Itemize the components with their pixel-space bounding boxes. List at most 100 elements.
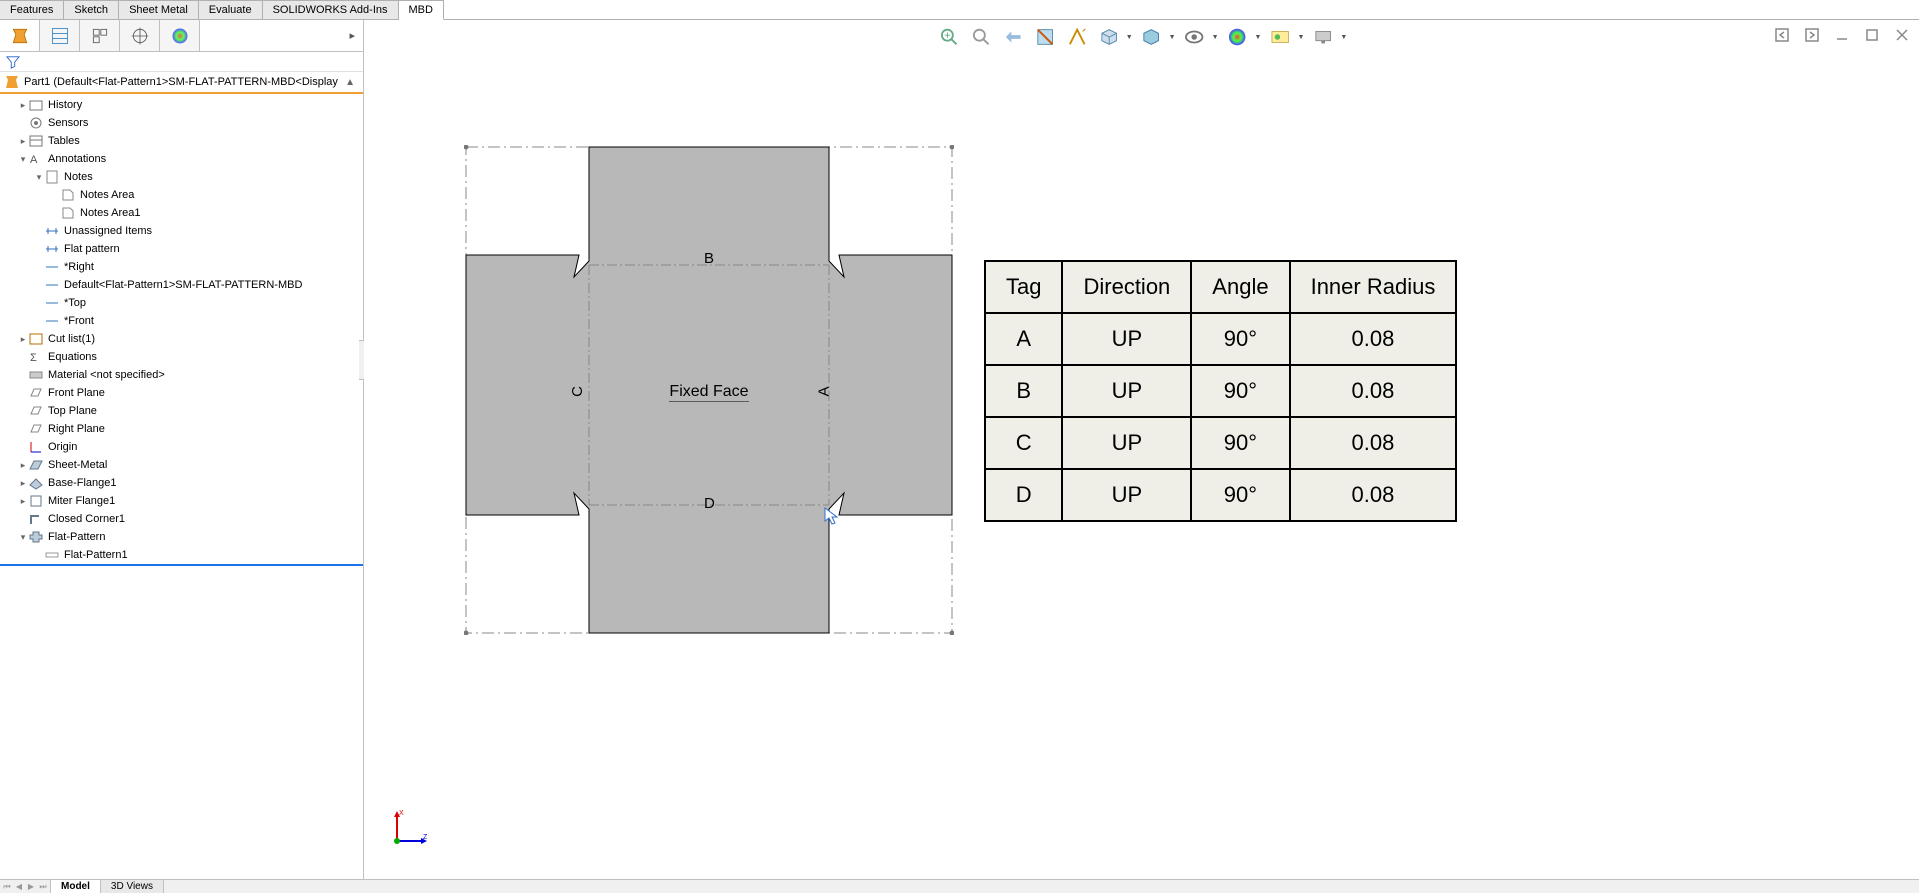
cell-angle: 90° <box>1191 365 1289 417</box>
bend-table[interactable]: Tag Direction Angle Inner Radius A UP 90… <box>984 260 1457 522</box>
nav-next-icon[interactable]: ▶ <box>26 882 36 891</box>
sheetmetal-icon <box>28 457 44 473</box>
display-manager-tab[interactable] <box>160 20 200 51</box>
zoom-area-button[interactable] <box>968 24 994 50</box>
hide-show-button[interactable] <box>1182 24 1208 50</box>
bend-table-header-tag: Tag <box>985 261 1062 313</box>
tree-origin[interactable]: Origin <box>0 438 363 456</box>
dropdown-icon[interactable]: ▼ <box>1255 34 1262 41</box>
tree-closed-corner[interactable]: Closed Corner1 <box>0 510 363 528</box>
tree-unassigned[interactable]: Unassigned Items <box>0 222 363 240</box>
base-flange-icon <box>28 475 44 491</box>
tree-sheet-metal[interactable]: ▸Sheet-Metal <box>0 456 363 474</box>
bottom-tab-model[interactable]: Model <box>51 880 101 893</box>
cell-direction: UP <box>1062 365 1191 417</box>
svg-text:A: A <box>30 154 38 166</box>
fixed-face-label: Fixed Face <box>669 383 748 402</box>
dim-icon <box>44 241 60 257</box>
filter-row[interactable] <box>0 52 363 72</box>
tree-flat-pattern1[interactable]: Flat-Pattern1 <box>0 546 363 564</box>
window-prev-button[interactable] <box>1773 26 1791 44</box>
section-view-button[interactable] <box>1032 24 1058 50</box>
view-orientation-button[interactable] <box>1096 24 1122 50</box>
table-row[interactable]: C UP 90° 0.08 <box>985 417 1456 469</box>
tab-mbd[interactable]: MBD <box>399 0 444 20</box>
dynamic-annotation-button[interactable] <box>1064 24 1090 50</box>
tree-base-flange[interactable]: ▸Base-Flange1 <box>0 474 363 492</box>
table-row[interactable]: D UP 90° 0.08 <box>985 469 1456 521</box>
tab-features[interactable]: Features <box>0 0 64 19</box>
nav-prev-icon[interactable]: ◀ <box>14 882 24 891</box>
dropdown-icon[interactable]: ▼ <box>1340 34 1347 41</box>
bend-table-header-radius: Inner Radius <box>1290 261 1457 313</box>
zoom-fit-button[interactable] <box>936 24 962 50</box>
bend-table-header-direction: Direction <box>1062 261 1191 313</box>
table-row[interactable]: B UP 90° 0.08 <box>985 365 1456 417</box>
tree-front[interactable]: *Front <box>0 312 363 330</box>
part-header[interactable]: Part1 (Default<Flat-Pattern1>SM-FLAT-PAT… <box>0 72 363 94</box>
tree-front-plane[interactable]: Front Plane <box>0 384 363 402</box>
tree-tables[interactable]: ▸Tables <box>0 132 363 150</box>
edit-appearance-button[interactable] <box>1225 24 1251 50</box>
nav-first-icon[interactable]: ⏮ <box>2 882 12 892</box>
maximize-button[interactable] <box>1863 26 1881 44</box>
close-button[interactable] <box>1893 26 1911 44</box>
tree-history[interactable]: ▸History <box>0 96 363 114</box>
dropdown-icon[interactable]: ▼ <box>1297 34 1304 41</box>
tree-notes-area1[interactable]: Notes Area1 <box>0 204 363 222</box>
dropdown-icon[interactable]: ▼ <box>1212 34 1219 41</box>
tab-add-ins[interactable]: SOLIDWORKS Add-Ins <box>263 0 399 19</box>
panel-expand-button[interactable]: ▸ <box>200 20 363 51</box>
bottom-tab-3d-views[interactable]: 3D Views <box>101 880 164 893</box>
equations-icon: Σ <box>28 349 44 365</box>
tree-material[interactable]: Material <not specified> <box>0 366 363 384</box>
configuration-manager-tab[interactable] <box>80 20 120 51</box>
tab-evaluate[interactable]: Evaluate <box>199 0 263 19</box>
tab-sketch[interactable]: Sketch <box>64 0 119 19</box>
part-header-caret[interactable]: ▲ <box>341 77 359 88</box>
cell-tag: A <box>985 313 1062 365</box>
origin-icon <box>28 439 44 455</box>
axis-triad[interactable]: X Z <box>389 809 429 849</box>
dimxpert-manager-tab[interactable] <box>120 20 160 51</box>
apply-scene-button[interactable] <box>1267 24 1293 50</box>
tab-sheet-metal[interactable]: Sheet Metal <box>119 0 199 19</box>
tree-notes[interactable]: ▾Notes <box>0 168 363 186</box>
feature-manager-tab[interactable] <box>0 20 40 51</box>
tree-equations[interactable]: ΣEquations <box>0 348 363 366</box>
tree-sensors[interactable]: Sensors <box>0 114 363 132</box>
bottom-tab-nav: ⏮ ◀ ▶ ⏭ <box>0 880 51 893</box>
tree-default-conf[interactable]: Default<Flat-Pattern1>SM-FLAT-PATTERN-MB… <box>0 276 363 294</box>
dropdown-icon[interactable]: ▼ <box>1169 34 1176 41</box>
cell-tag: B <box>985 365 1062 417</box>
bend-label-c: C <box>569 386 586 397</box>
tree-annotations[interactable]: ▾AAnnotations <box>0 150 363 168</box>
bend-label-a: A <box>816 386 833 396</box>
bend-label-d: D <box>704 495 715 512</box>
tree-right[interactable]: *Right <box>0 258 363 276</box>
flat-pattern-drawing[interactable]: B D C A Fixed Face <box>464 145 954 635</box>
tree-miter-flange[interactable]: ▸Miter Flange1 <box>0 492 363 510</box>
cell-angle: 90° <box>1191 417 1289 469</box>
part-icon <box>4 74 20 90</box>
tree-notes-area[interactable]: Notes Area <box>0 186 363 204</box>
nav-last-icon[interactable]: ⏭ <box>38 882 48 892</box>
axis-z-label: Z <box>423 834 428 841</box>
tree-cut-list[interactable]: ▸Cut list(1) <box>0 330 363 348</box>
property-manager-tab[interactable] <box>40 20 80 51</box>
note-icon <box>60 205 76 221</box>
tree-right-plane[interactable]: Right Plane <box>0 420 363 438</box>
graphics-area[interactable]: ▼ ▼ ▼ ▼ ▼ ▼ B <box>364 20 1919 879</box>
tree-top[interactable]: *Top <box>0 294 363 312</box>
previous-view-button[interactable] <box>1000 24 1026 50</box>
tree-flat-pattern-ann[interactable]: Flat pattern <box>0 240 363 258</box>
tree-top-plane[interactable]: Top Plane <box>0 402 363 420</box>
window-next-button[interactable] <box>1803 26 1821 44</box>
table-row[interactable]: A UP 90° 0.08 <box>985 313 1456 365</box>
dropdown-icon[interactable]: ▼ <box>1126 34 1133 41</box>
minimize-button[interactable] <box>1833 26 1851 44</box>
display-style-button[interactable] <box>1139 24 1165 50</box>
tree-flat-pattern-feat[interactable]: ▾Flat-Pattern <box>0 528 363 546</box>
note-icon <box>60 187 76 203</box>
view-settings-button[interactable] <box>1310 24 1336 50</box>
